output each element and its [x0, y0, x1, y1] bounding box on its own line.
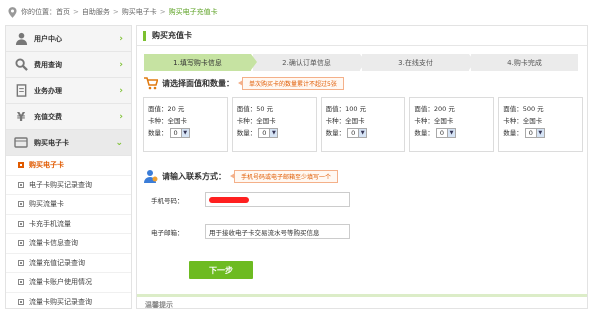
- face-value: 200 元: [433, 105, 455, 113]
- next-step-button[interactable]: 下一步: [189, 261, 253, 279]
- sidebar-item-fee-query[interactable]: 费用查询 ›: [6, 52, 131, 78]
- card-option-100: 面值：100 元 卡种：全国卡 数量： 0 ▼: [320, 97, 406, 152]
- title-accent-bar: [143, 30, 146, 41]
- chevron-down-icon: ▼: [180, 129, 189, 137]
- email-row: 电子邮箱： 用于接收电子卡交易流水号等购买信息: [151, 224, 350, 239]
- card-type: 全国卡: [522, 117, 543, 125]
- quantity-select[interactable]: 0 ▼: [258, 128, 279, 138]
- document-icon: [14, 84, 28, 98]
- chevron-right-icon: ›: [119, 59, 123, 70]
- card-icon: [14, 136, 28, 150]
- chevron-right-icon: ›: [119, 111, 123, 122]
- quantity-limit-tip: 单次购买卡的数量累计不超过5张: [238, 77, 344, 90]
- card-option-200: 面值：200 元 卡种：全国卡 数量： 0 ▼: [409, 97, 495, 152]
- sidebar-sub-buy-data-card[interactable]: 购买流量卡: [6, 195, 131, 215]
- sidebar-sub-data-recharge-records[interactable]: 流量充值记录查询: [6, 254, 131, 273]
- card-type: 全国卡: [256, 117, 276, 125]
- sidebar-sub-card-recharge-data[interactable]: 卡充手机流量: [6, 215, 131, 234]
- chevron-down-icon: ▼: [269, 129, 278, 137]
- contact-tip: 手机号码或电子邮箱至少填写一个: [229, 169, 339, 183]
- bullet-icon: [18, 162, 24, 169]
- phone-row: 手机号码：: [151, 192, 350, 207]
- face-value: 20 元: [167, 105, 185, 113]
- sidebar-sub-ecard-records[interactable]: 电子卡购买记录查询: [6, 176, 131, 195]
- breadcrumb-self-service[interactable]: 自助服务: [82, 7, 110, 17]
- phone-label: 手机号码：: [151, 196, 184, 205]
- breadcrumb-home[interactable]: 首页: [56, 7, 70, 17]
- select-section-header: 请选择面值和数量： 单次购买卡的数量累计不超过5张: [144, 77, 344, 90]
- redacted-phone: [209, 196, 249, 203]
- chevron-right-icon: ›: [119, 85, 123, 96]
- sidebar-sub-data-card-purchase-records[interactable]: 流量卡购买记录查询: [6, 293, 131, 309]
- main-panel: 购买充值卡 1.填写购卡信息 2.确认订单信息 3.在线支付 4.购卡完成 请选…: [136, 25, 588, 309]
- sidebar-item-buy-ecard[interactable]: 购买电子卡 ⌄: [6, 130, 131, 156]
- chevron-down-icon: ▼: [447, 129, 456, 137]
- email-placeholder: 用于接收电子卡交易流水号等购买信息: [209, 228, 320, 237]
- card-type: 全国卡: [345, 117, 365, 125]
- location-pin-icon: [8, 6, 17, 18]
- quantity-select[interactable]: 0 ▼: [524, 128, 545, 138]
- card-type: 全国卡: [167, 117, 188, 125]
- quantity-select[interactable]: 0 ▼: [169, 128, 190, 138]
- chevron-down-icon: ⌄: [115, 137, 123, 148]
- quantity-select[interactable]: 0 ▼: [435, 128, 457, 138]
- phone-input[interactable]: [205, 192, 350, 207]
- sidebar-item-business[interactable]: 业务办理 ›: [6, 78, 131, 104]
- contact-section-header: 请输入联系方式： 手机号码或电子邮箱至少填写一个: [144, 169, 339, 183]
- card-type: 全国卡: [433, 117, 454, 125]
- sidebar-sub-data-card-info[interactable]: 流量卡信息查询: [6, 234, 131, 254]
- warm-tips-label: 温馨提示: [145, 300, 173, 309]
- bullet-icon: [18, 220, 24, 227]
- user-icon: [14, 32, 28, 46]
- sidebar-item-user-center[interactable]: 用户中心 ›: [6, 26, 131, 52]
- sidebar: 用户中心 › 费用查询 › 业务办理 › ¥ 充值交费 › 购买电子卡 ⌄ 购买…: [5, 25, 132, 309]
- breadcrumb: 你的位置： 首页 > 自助服务 > 购买电子卡 > 购买电子充值卡: [0, 0, 600, 24]
- select-section-label: 请选择面值和数量：: [162, 79, 234, 88]
- progress-steps: 1.填写购卡信息 2.确认订单信息 3.在线支付 4.购卡完成: [144, 54, 580, 71]
- breadcrumb-prefix: 你的位置：: [21, 8, 56, 16]
- panel-title-bar: 购买充值卡: [137, 26, 587, 46]
- bullet-icon: [18, 279, 24, 286]
- step-4: 4.购卡完成: [471, 54, 578, 71]
- sidebar-sub-data-account-usage[interactable]: 流量卡账户使用情况: [6, 273, 131, 293]
- breadcrumb-current: 购买电子充值卡: [168, 8, 218, 16]
- bullet-icon: [18, 181, 24, 188]
- contact-person-icon: [144, 170, 158, 183]
- chevron-down-icon: ▼: [535, 129, 544, 137]
- face-value: 100 元: [345, 105, 367, 113]
- face-value: 500 元: [522, 105, 544, 113]
- bullet-icon: [18, 201, 24, 208]
- quantity-select[interactable]: 0 ▼: [347, 128, 368, 138]
- step-3: 3.在线支付: [362, 54, 475, 71]
- shopping-cart-icon: [144, 77, 158, 90]
- step-1: 1.填写购卡信息: [144, 54, 257, 71]
- card-option-50: 面值：50 元 卡种：全国卡 数量： 0 ▼: [231, 97, 317, 152]
- breadcrumb-buy-ecard[interactable]: 购买电子卡: [122, 7, 157, 17]
- chevron-right-icon: ›: [119, 33, 123, 44]
- bullet-icon: [18, 240, 24, 247]
- bullet-icon: [18, 259, 24, 266]
- chevron-down-icon: ▼: [358, 129, 367, 137]
- step-2: 2.确认订单信息: [253, 54, 366, 71]
- yen-icon: ¥: [16, 109, 26, 124]
- card-option-500: 面值：500 元 卡种：全国卡 数量： 0 ▼: [498, 97, 583, 152]
- warm-tips-header: 温馨提示: [137, 294, 587, 309]
- sidebar-sub-buy-ecard[interactable]: 购买电子卡: [6, 156, 131, 176]
- page-title: 购买充值卡: [152, 31, 192, 40]
- email-input[interactable]: 用于接收电子卡交易流水号等购买信息: [205, 224, 350, 239]
- email-label: 电子邮箱：: [151, 228, 184, 237]
- contact-section-label: 请输入联系方式：: [162, 171, 226, 181]
- denomination-cards: 面值：20 元 卡种：全国卡 数量： 0 ▼ 面值：50 元 卡种：全国卡 数量： 0…: [143, 97, 583, 152]
- bullet-icon: [18, 298, 24, 305]
- face-value: 50 元: [256, 105, 274, 113]
- search-icon: [14, 58, 28, 72]
- sidebar-item-recharge[interactable]: ¥ 充值交费 ›: [6, 104, 131, 130]
- card-option-20: 面值：20 元 卡种：全国卡 数量： 0 ▼: [143, 97, 228, 152]
